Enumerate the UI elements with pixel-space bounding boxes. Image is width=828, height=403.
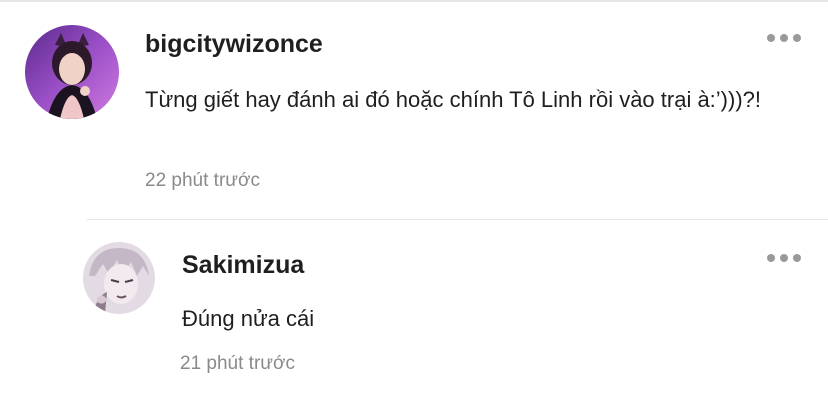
more-options-button[interactable] bbox=[767, 254, 801, 262]
reply-item: Sakimizua Đúng nửa cái 21 phút trước bbox=[0, 220, 828, 403]
reply-timestamp: 21 phút trước bbox=[180, 353, 295, 374]
more-horizontal-icon bbox=[767, 34, 775, 42]
more-options-button[interactable] bbox=[767, 34, 801, 42]
comment-timestamp: 22 phút trước bbox=[145, 170, 260, 191]
more-horizontal-icon bbox=[780, 34, 788, 42]
avatar-image bbox=[83, 242, 155, 314]
more-horizontal-icon bbox=[767, 254, 775, 262]
reply-text: Đúng nửa cái bbox=[182, 306, 315, 331]
more-horizontal-icon bbox=[793, 254, 801, 262]
avatar[interactable] bbox=[25, 25, 119, 119]
comment-text: Từng giết hay đánh ai đó hoặc chính Tô L… bbox=[145, 87, 762, 112]
more-horizontal-icon bbox=[793, 34, 801, 42]
avatar-image bbox=[25, 25, 119, 119]
comment-username[interactable]: bigcitywizonce bbox=[145, 30, 323, 59]
comment-item: bigcitywizonce Từng giết hay đánh ai đó … bbox=[0, 0, 828, 219]
more-horizontal-icon bbox=[780, 254, 788, 262]
avatar[interactable] bbox=[83, 242, 155, 314]
reply-username[interactable]: Sakimizua bbox=[182, 251, 304, 280]
